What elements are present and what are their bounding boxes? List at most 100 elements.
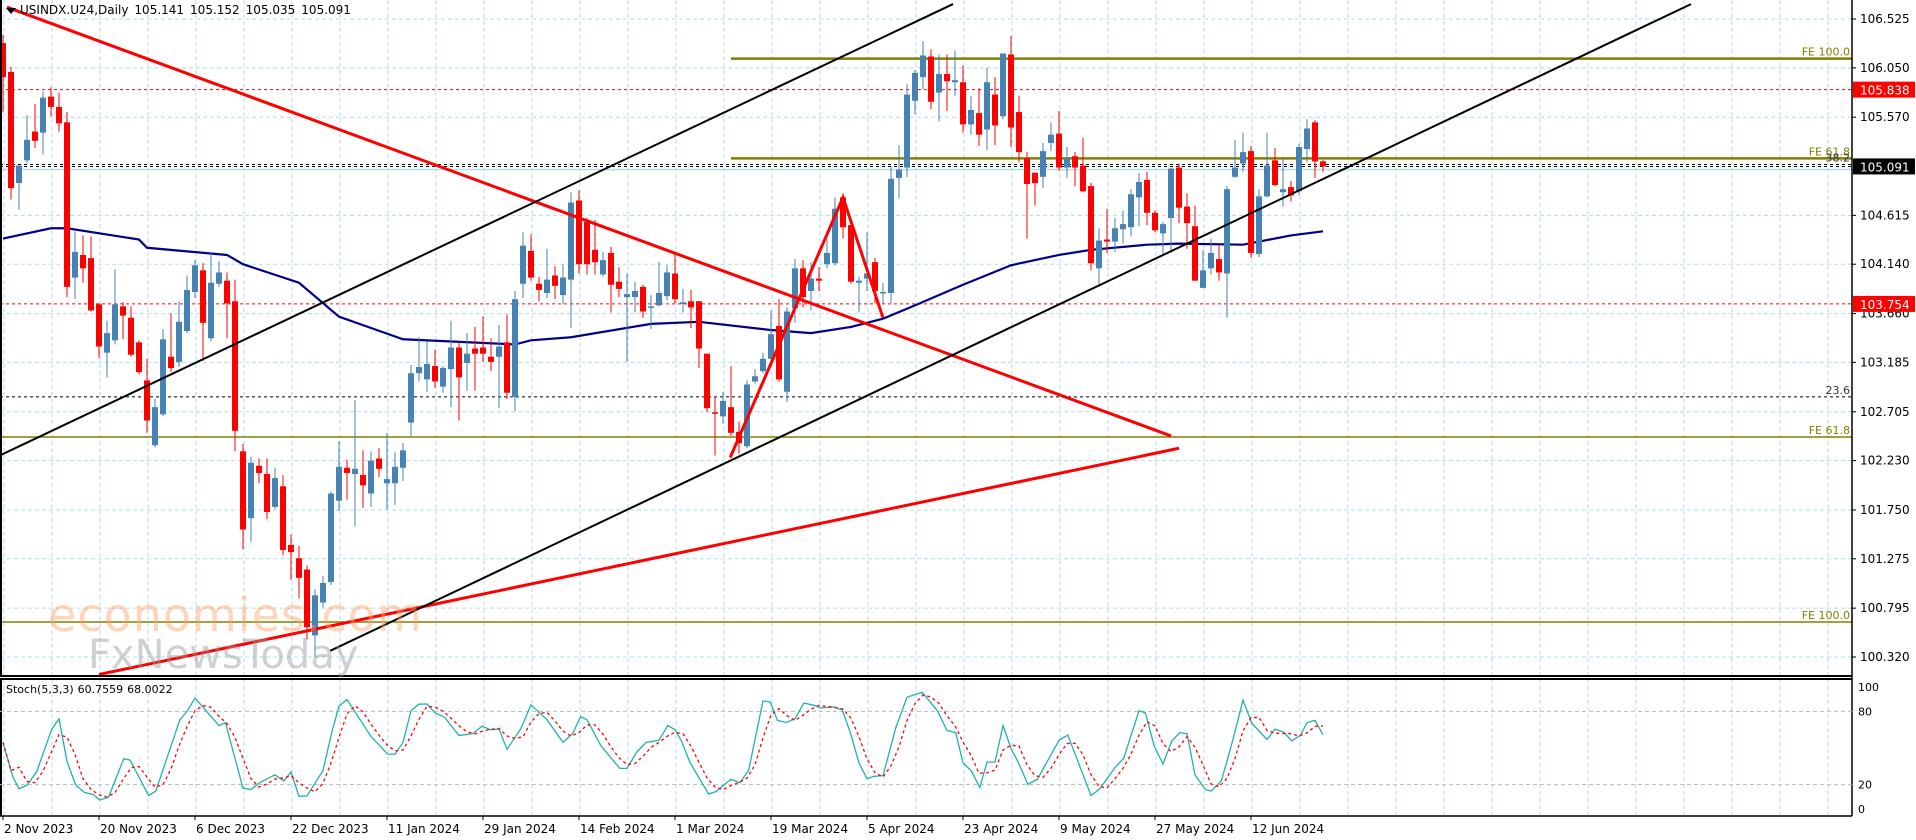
- candle[interactable]: [368, 451, 374, 507]
- candle[interactable]: [1216, 245, 1222, 281]
- candle[interactable]: [24, 115, 30, 164]
- candle[interactable]: [1032, 172, 1038, 206]
- candle[interactable]: [1128, 189, 1134, 237]
- upper-channel-line[interactable]: [0, 3, 954, 457]
- candle[interactable]: [328, 491, 334, 586]
- candle[interactable]: [592, 220, 598, 275]
- candle[interactable]: [88, 236, 94, 312]
- candle[interactable]: [424, 341, 430, 392]
- candle[interactable]: [1160, 222, 1166, 255]
- candle[interactable]: [80, 235, 86, 283]
- candle[interactable]: [448, 320, 454, 408]
- candle[interactable]: [384, 432, 390, 510]
- candle[interactable]: [256, 458, 262, 484]
- candle[interactable]: [616, 267, 622, 298]
- candle[interactable]: [1080, 137, 1086, 193]
- chart-canvas[interactable]: 106.525106.050105.570104.615104.140103.6…: [0, 0, 1916, 840]
- candle[interactable]: [584, 217, 590, 275]
- candle[interactable]: [336, 441, 342, 511]
- candle[interactable]: [408, 364, 414, 436]
- candle[interactable]: [920, 41, 926, 90]
- candle[interactable]: [1224, 186, 1230, 318]
- candle[interactable]: [272, 467, 278, 509]
- candle[interactable]: [664, 265, 670, 301]
- red-descending-trendline[interactable]: [6, 5, 1172, 438]
- candle[interactable]: [440, 366, 446, 393]
- candle[interactable]: [48, 87, 54, 117]
- candle[interactable]: [200, 263, 206, 361]
- candle[interactable]: [600, 251, 606, 277]
- candle[interactable]: [976, 88, 982, 146]
- candle[interactable]: [608, 246, 614, 313]
- candle[interactable]: [264, 458, 270, 520]
- candle[interactable]: [960, 65, 966, 133]
- candle[interactable]: [632, 281, 638, 313]
- candle[interactable]: [40, 91, 46, 155]
- candle[interactable]: [576, 190, 582, 274]
- candle[interactable]: [880, 282, 886, 304]
- candle[interactable]: [896, 144, 902, 199]
- candle[interactable]: [360, 450, 366, 508]
- candle[interactable]: [1320, 160, 1326, 173]
- candle[interactable]: [768, 310, 774, 360]
- candle[interactable]: [992, 77, 998, 145]
- candle[interactable]: [680, 288, 686, 313]
- candle[interactable]: [888, 166, 894, 304]
- candle[interactable]: [672, 252, 678, 304]
- candle[interactable]: [1272, 148, 1278, 187]
- candle[interactable]: [432, 349, 438, 388]
- candle[interactable]: [1256, 189, 1262, 258]
- candle[interactable]: [496, 324, 502, 409]
- candle[interactable]: [120, 302, 126, 340]
- candle[interactable]: [856, 276, 862, 313]
- candle[interactable]: [64, 112, 70, 298]
- candle[interactable]: [248, 456, 254, 542]
- candle[interactable]: [400, 443, 406, 482]
- candle[interactable]: [1192, 205, 1198, 281]
- candle[interactable]: [240, 444, 246, 550]
- candle[interactable]: [1168, 167, 1174, 253]
- candle[interactable]: [504, 314, 510, 399]
- candle[interactable]: [192, 260, 198, 299]
- candle[interactable]: [520, 232, 526, 299]
- candle[interactable]: [552, 266, 558, 300]
- candle[interactable]: [104, 320, 110, 378]
- candle[interactable]: [848, 225, 854, 284]
- candle[interactable]: [152, 398, 158, 448]
- candle[interactable]: [528, 234, 534, 281]
- candle[interactable]: [1040, 142, 1046, 189]
- candle[interactable]: [1176, 163, 1182, 224]
- candle[interactable]: [624, 273, 630, 362]
- candle[interactable]: [160, 329, 166, 417]
- candle[interactable]: [904, 84, 910, 177]
- candle[interactable]: [1000, 53, 1006, 120]
- candle[interactable]: [1056, 111, 1062, 171]
- candle[interactable]: [1024, 152, 1030, 239]
- candle[interactable]: [760, 352, 766, 374]
- candle[interactable]: [712, 396, 718, 456]
- candle[interactable]: [112, 269, 118, 345]
- candle[interactable]: [1248, 145, 1254, 259]
- candle[interactable]: [280, 475, 286, 556]
- candle[interactable]: [984, 67, 990, 151]
- candle[interactable]: [640, 284, 646, 318]
- candle[interactable]: [824, 239, 830, 269]
- candle[interactable]: [1088, 182, 1094, 271]
- candle[interactable]: [56, 92, 62, 132]
- collapse-triangle-icon[interactable]: [6, 7, 16, 14]
- candle[interactable]: [536, 276, 542, 302]
- candle[interactable]: [936, 54, 942, 122]
- candle[interactable]: [968, 95, 974, 135]
- candle[interactable]: [136, 340, 142, 375]
- candle[interactable]: [1288, 180, 1294, 202]
- candle[interactable]: [480, 316, 486, 362]
- candle[interactable]: [144, 358, 150, 433]
- candle[interactable]: [1296, 143, 1302, 196]
- candle[interactable]: [816, 267, 822, 291]
- candle[interactable]: [1264, 132, 1270, 198]
- candle[interactable]: [1064, 147, 1070, 178]
- candle[interactable]: [472, 326, 478, 391]
- candle[interactable]: [176, 301, 182, 368]
- candle[interactable]: [8, 66, 14, 200]
- candle[interactable]: [168, 313, 174, 373]
